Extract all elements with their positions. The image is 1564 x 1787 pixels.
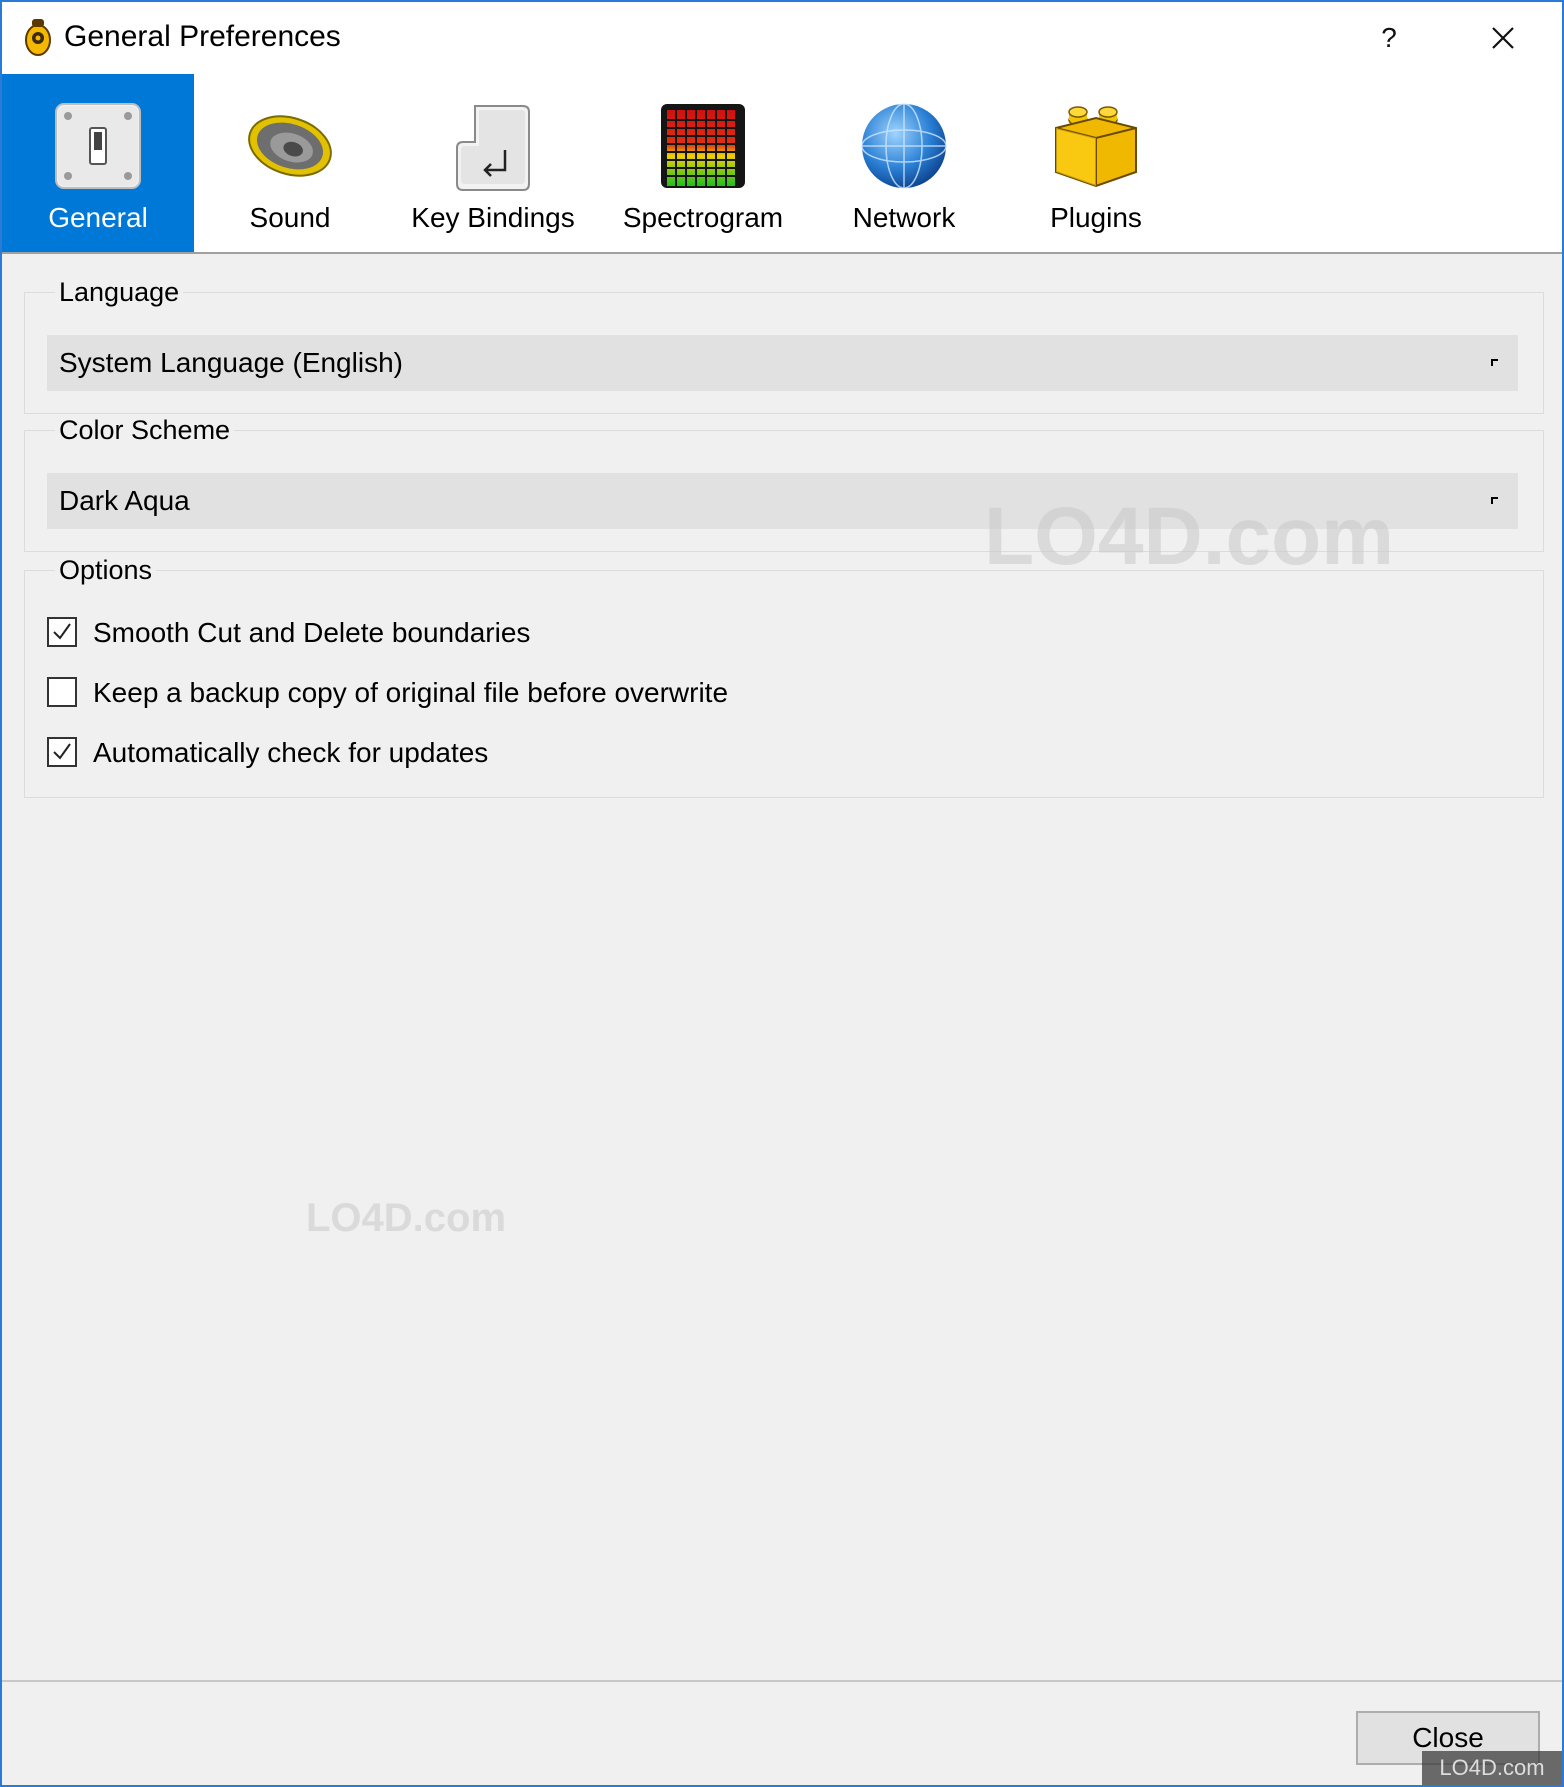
backup-copy-label: Keep a backup copy of original file befo… <box>93 677 729 708</box>
tab-plugins-label: Plugins <box>1050 202 1142 233</box>
tab-network[interactable]: Network <box>806 74 1002 252</box>
language-select[interactable]: System Language (English) <box>47 335 1518 391</box>
checkmark-icon <box>53 623 71 640</box>
globe-icon <box>861 103 947 189</box>
tab-sound-label: Sound <box>249 202 331 233</box>
dropdown-arrow-icon <box>1491 359 1498 366</box>
auto-update-label: Automatically check for updates <box>93 737 489 768</box>
color-scheme-select-value: Dark Aqua <box>59 485 190 516</box>
switch-icon <box>55 103 141 189</box>
checkbox-box[interactable] <box>47 677 77 707</box>
language-group-title: Language <box>55 277 184 308</box>
dropdown-arrow-icon <box>1491 497 1498 504</box>
checkbox-box[interactable] <box>47 617 77 647</box>
tab-spectrogram-label: Spectrogram <box>622 202 784 233</box>
preferences-dialog: General Preferences ? General Sound Key … <box>0 0 1564 1787</box>
lego-brick-icon <box>1055 106 1137 188</box>
close-icon <box>1492 27 1514 49</box>
corner-watermark: LO4D.com <box>1422 1751 1562 1785</box>
tab-sound[interactable]: Sound <box>194 74 386 252</box>
checkmark-icon <box>53 743 71 760</box>
options-group-title: Options <box>55 555 157 586</box>
color-scheme-group-title: Color Scheme <box>55 415 235 446</box>
spectrogram-icon <box>661 104 745 188</box>
watermark-small: LO4D.com <box>306 1196 507 1240</box>
smooth-cut-label: Smooth Cut and Delete boundaries <box>93 617 531 648</box>
tab-network-label: Network <box>852 202 956 233</box>
language-group: Language System Language (English) <box>24 277 1544 414</box>
language-select-value: System Language (English) <box>59 347 403 378</box>
title-bar: General Preferences ? <box>2 2 1562 74</box>
tab-general[interactable]: General <box>2 74 194 252</box>
enter-key-icon <box>456 105 530 191</box>
checkbox-box[interactable] <box>47 737 77 767</box>
window-title: General Preferences <box>64 20 341 53</box>
window-close-button[interactable] <box>1458 2 1548 74</box>
options-group: Options Smooth Cut and Delete boundaries… <box>24 555 1544 798</box>
tab-key-bindings[interactable]: Key Bindings <box>386 74 600 252</box>
tab-plugins[interactable]: Plugins <box>1002 74 1190 252</box>
preferences-toolbar: General Sound Key Bindings Spectrogram N… <box>2 74 1562 254</box>
tab-spectrogram[interactable]: Spectrogram <box>600 74 806 252</box>
tab-key-bindings-label: Key Bindings <box>411 202 575 233</box>
speaker-icon <box>248 115 332 177</box>
help-button[interactable]: ? <box>1344 2 1434 74</box>
tab-general-label: General <box>48 202 148 233</box>
footer-separator <box>2 1680 1562 1682</box>
app-logo-icon <box>25 19 51 56</box>
